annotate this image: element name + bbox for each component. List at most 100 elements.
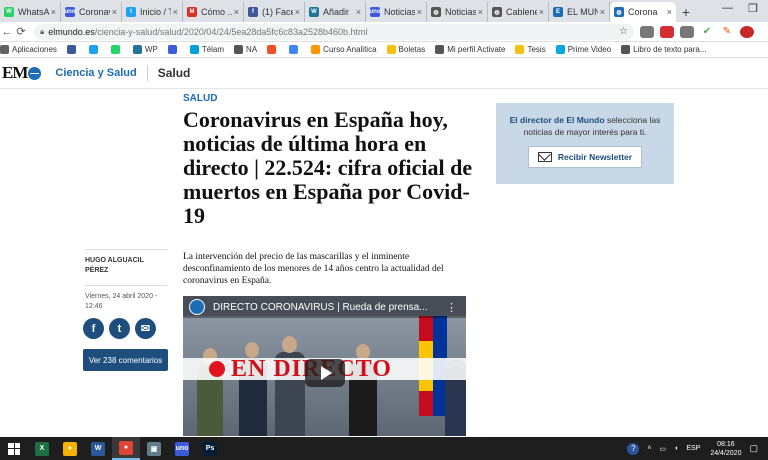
- author-name[interactable]: HUGO ALGUACIL PÉREZ: [85, 249, 167, 276]
- bookmark-icon: [267, 45, 277, 54]
- email-share-icon[interactable]: ✉: [135, 318, 156, 339]
- new-tab-button[interactable]: +: [676, 2, 696, 22]
- bookmark-label: WP: [144, 45, 158, 54]
- bookmark-item[interactable]: Aplicaciones: [0, 45, 57, 54]
- tab-label: Cómo ...: [201, 7, 232, 17]
- profile-avatar[interactable]: [740, 25, 754, 38]
- site-header: EM Ciencia y Salud Salud: [0, 58, 768, 89]
- chrome-icon: ●: [119, 440, 133, 455]
- restore-button[interactable]: ❐: [748, 2, 758, 15]
- extension-icon[interactable]: [660, 25, 674, 38]
- url-omnibox[interactable]: 🔒︎ elmundo.es/ciencia-y-salud/salud/2020…: [34, 23, 634, 40]
- lock-icon: 🔒︎: [40, 26, 45, 36]
- browser-tab[interactable]: E EL MUNDO×: [549, 2, 610, 22]
- tab-favicon-icon: E: [553, 7, 563, 17]
- browser-tab[interactable]: ◍ Cablenet×: [488, 2, 549, 22]
- channel-logo[interactable]: [189, 299, 205, 315]
- notifications-icon[interactable]: ▢: [749, 443, 758, 454]
- bookmark-item[interactable]: Télam: [189, 45, 225, 54]
- windows-start-icon[interactable]: [0, 437, 28, 460]
- extension-icon[interactable]: ✎: [720, 25, 734, 38]
- close-tab-icon[interactable]: ×: [539, 7, 544, 17]
- more-options-icon[interactable]: ⋮: [446, 301, 457, 314]
- bookmark-item[interactable]: [110, 45, 123, 54]
- facebook-share-icon[interactable]: f: [83, 318, 104, 339]
- bookmark-item[interactable]: WP: [132, 45, 158, 54]
- clock[interactable]: 08:16 24/4/2020: [710, 440, 741, 458]
- tab-favicon-icon: t: [126, 7, 136, 17]
- browser-tab[interactable]: uno Noticias ×: [366, 2, 427, 22]
- chrome-profile-taskbar-icon[interactable]: ●: [56, 437, 84, 460]
- browser-tab[interactable]: unoCoronavirus×: [61, 2, 122, 22]
- section-link[interactable]: Ciencia y Salud: [55, 67, 136, 79]
- bookmark-item[interactable]: Boletas: [386, 45, 425, 54]
- publish-date: Viernes, 24 abril 2020 - 12:46: [85, 285, 167, 312]
- browser-tab[interactable]: ◍ Corona ×: [610, 2, 676, 22]
- browser-tab[interactable]: W WhatsApp×: [0, 2, 61, 22]
- close-tab-icon[interactable]: ×: [112, 7, 117, 17]
- bookmark-label: Télam: [201, 45, 225, 54]
- volume-icon[interactable]: ◖: [674, 445, 678, 452]
- tab-label: Coronavirus: [79, 7, 110, 17]
- twitter-share-icon[interactable]: t: [109, 318, 130, 339]
- bookmark-item[interactable]: Prime Video: [555, 45, 611, 54]
- bookmark-item[interactable]: Libro de texto para...: [621, 45, 707, 54]
- tab-label: Noticias: [384, 7, 415, 17]
- close-tab-icon[interactable]: ×: [600, 7, 605, 17]
- article-kicker[interactable]: SALUD: [183, 93, 217, 104]
- subsection-link[interactable]: Salud: [158, 66, 191, 80]
- extension-icon[interactable]: [640, 25, 654, 38]
- close-tab-icon[interactable]: ×: [234, 7, 239, 17]
- photoshop-taskbar-icon[interactable]: Ps: [196, 437, 224, 460]
- bookmark-star-icon[interactable]: ☆: [619, 26, 628, 37]
- close-tab-icon[interactable]: ×: [417, 7, 422, 17]
- close-tab-icon[interactable]: ×: [667, 7, 672, 17]
- chevron-up-icon[interactable]: ˄: [647, 445, 651, 452]
- extension-icon[interactable]: [680, 25, 694, 38]
- browser-tab[interactable]: ◍ Noticias ×: [427, 2, 488, 22]
- bookmark-item[interactable]: Mi perfil Activate: [435, 45, 505, 54]
- comments-button[interactable]: Ver 238 comentarios: [83, 349, 168, 371]
- files-taskbar-icon[interactable]: ▣: [140, 437, 168, 460]
- elmundo-logo[interactable]: EM: [2, 63, 42, 83]
- close-tab-icon[interactable]: ×: [173, 7, 178, 17]
- browser-tab[interactable]: t Inicio / Twitter×: [122, 2, 183, 22]
- language-indicator[interactable]: ESP: [686, 445, 700, 452]
- close-tab-icon[interactable]: ×: [356, 7, 361, 17]
- chrome-taskbar-icon[interactable]: ●: [112, 437, 140, 460]
- video-title[interactable]: DIRECTO CORONAVIRUS | Rueda de prensa...: [213, 302, 438, 313]
- bookmark-item[interactable]: Tesis: [515, 45, 546, 54]
- bookmark-item[interactable]: [267, 45, 279, 54]
- bookmark-item[interactable]: Curso Analitica: [311, 45, 377, 54]
- promo-text: El director de El Mundo selecciona las n…: [509, 115, 661, 137]
- extension-icon[interactable]: ✔: [700, 25, 714, 38]
- video-player[interactable]: DIRECTO CORONAVIRUS | Rueda de prensa...…: [183, 296, 466, 436]
- play-button[interactable]: [305, 359, 345, 387]
- uno-taskbar-icon[interactable]: uno: [168, 437, 196, 460]
- share-buttons: f t ✉: [83, 318, 156, 339]
- bookmark-item[interactable]: [88, 45, 101, 54]
- browser-tab[interactable]: f (1) Facebook×: [244, 2, 305, 22]
- divider: [146, 65, 148, 81]
- back-icon[interactable]: ←: [0, 26, 14, 38]
- browser-tab[interactable]: M Cómo ... ×: [183, 2, 244, 22]
- bookmark-item[interactable]: [167, 45, 180, 54]
- bookmark-item[interactable]: [66, 45, 79, 54]
- excel-taskbar-icon[interactable]: X: [28, 437, 56, 460]
- bookmark-item[interactable]: [289, 45, 301, 54]
- network-icon[interactable]: ▭: [659, 445, 666, 453]
- tab-label: (1) Facebook: [262, 7, 293, 17]
- help-icon[interactable]: ?: [627, 442, 640, 455]
- word-taskbar-icon[interactable]: W: [84, 437, 112, 460]
- excel-icon: X: [35, 441, 49, 456]
- reload-icon[interactable]: ⟳: [14, 25, 28, 38]
- bookmark-icon: [234, 45, 244, 54]
- newsletter-button[interactable]: Recibir Newsletter: [528, 146, 642, 168]
- close-tab-icon[interactable]: ×: [295, 7, 300, 17]
- close-tab-icon[interactable]: ×: [478, 7, 483, 17]
- minimize-button[interactable]: —: [722, 2, 733, 14]
- bookmark-item[interactable]: NA: [234, 45, 257, 54]
- browser-tab[interactable]: W Añadir ×: [305, 2, 366, 22]
- bookmark-label: Tesis: [527, 45, 546, 54]
- close-tab-icon[interactable]: ×: [51, 7, 56, 17]
